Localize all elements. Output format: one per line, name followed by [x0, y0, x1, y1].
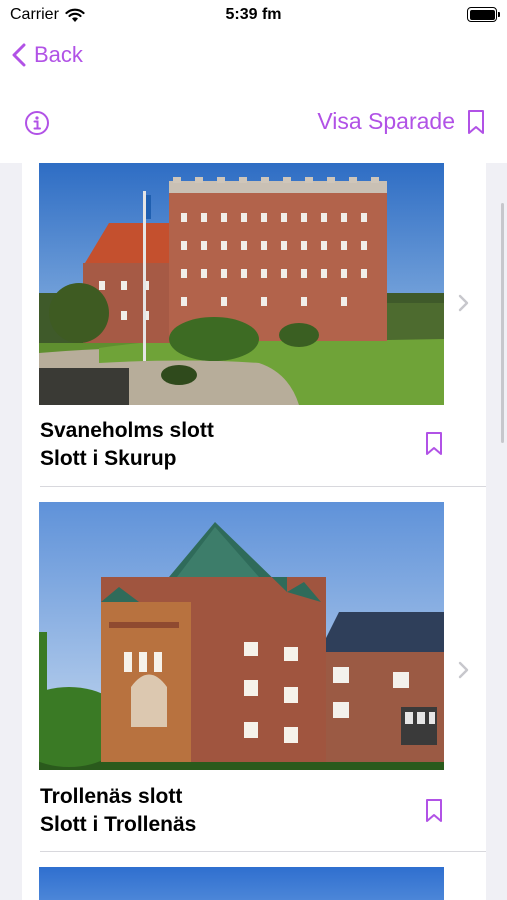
bookmark-icon[interactable] [424, 431, 444, 457]
castle-photo [39, 502, 444, 770]
navigation-bar: Back [0, 36, 507, 80]
chevron-right-icon [458, 661, 469, 679]
back-label: Back [34, 42, 83, 67]
chevron-right-icon [458, 294, 469, 312]
battery-icon [467, 7, 500, 22]
castle-list-scroll[interactable]: Svaneholms slott Slott i Skurup Trollenä… [0, 163, 507, 900]
item-text: Svaneholms slott Slott i Skurup [40, 417, 214, 473]
bookmark-icon[interactable] [424, 798, 444, 824]
castle-photo [39, 867, 444, 900]
castle-list: Svaneholms slott Slott i Skurup Trollenä… [22, 163, 486, 900]
row-separator [40, 486, 486, 487]
item-subtitle: Slott i Trollenäs [40, 813, 197, 836]
toolbar: Visa Sparade [0, 100, 507, 146]
status-time: 5:39 fm [225, 6, 282, 23]
item-title: Trollenäs slott [40, 785, 183, 808]
status-bar: Carrier 5:39 fm [0, 0, 507, 30]
info-circle-icon [25, 111, 49, 135]
item-subtitle: Slott i Skurup [40, 447, 177, 470]
list-item[interactable] [22, 867, 486, 900]
item-title: Svaneholms slott [40, 419, 214, 442]
info-button[interactable] [24, 110, 50, 136]
show-saved-label: Visa Sparade [317, 108, 455, 134]
list-item[interactable]: Svaneholms slott Slott i Skurup [22, 163, 486, 488]
castle-photo [39, 163, 444, 405]
item-text: Trollenäs slott Slott i Trollenäs [40, 783, 196, 839]
back-button[interactable]: Back [12, 42, 83, 68]
row-separator [40, 851, 486, 852]
chevron-left-icon [12, 43, 26, 67]
list-item[interactable]: Trollenäs slott Slott i Trollenäs [22, 502, 486, 852]
scrollbar[interactable] [501, 203, 504, 443]
show-saved-button[interactable]: Visa Sparade [317, 108, 485, 135]
bookmark-icon [468, 109, 484, 134]
